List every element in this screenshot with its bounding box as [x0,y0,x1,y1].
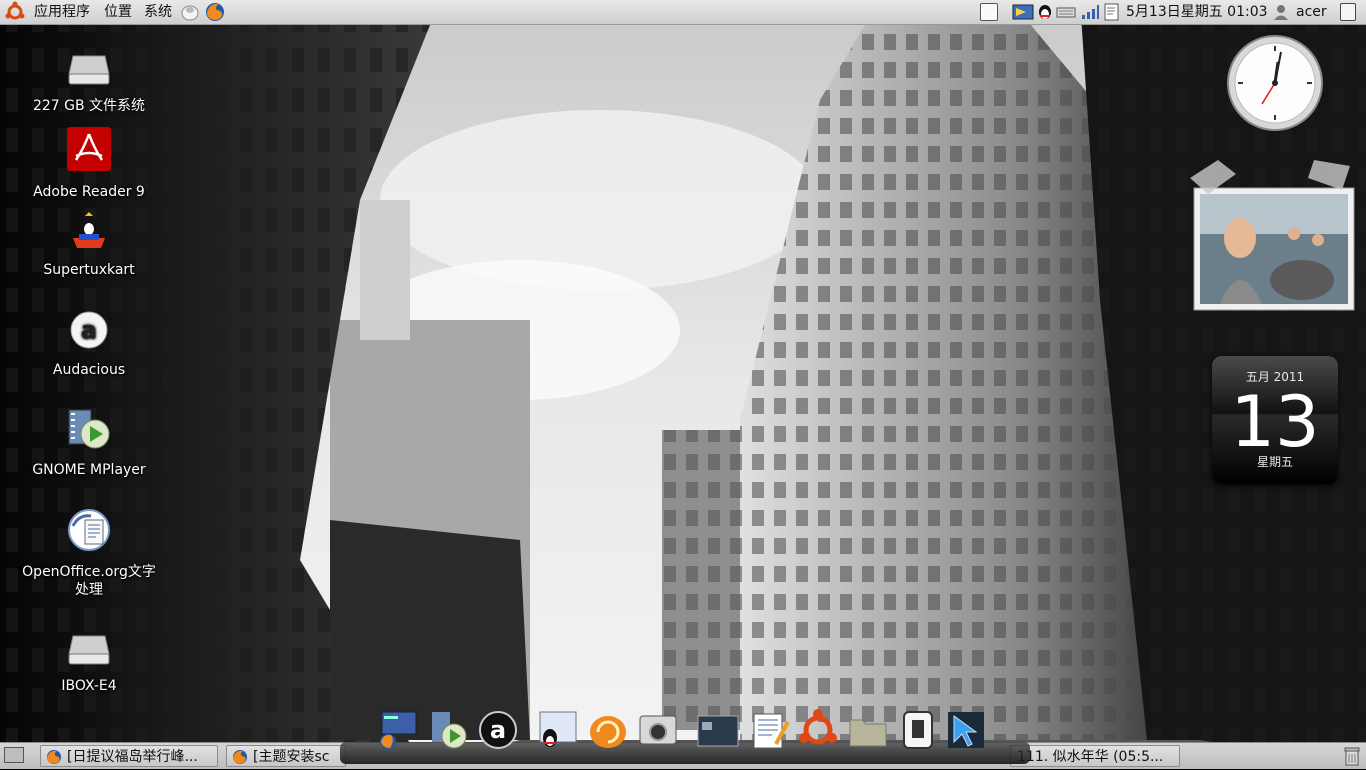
desktop-icon-label: Adobe Reader 9 [33,184,145,200]
city-street-photo [0,0,1366,768]
desktop-icon-audacious[interactable]: a Audacious [14,310,164,379]
desktop-icon-ibox-e4[interactable]: IBOX-E4 [14,632,164,695]
dock-nautilus-icon[interactable] [586,708,630,752]
dock-pointer-icon[interactable] [944,708,988,752]
mplayer-icon [14,408,164,455]
calendar-day: 13 [1230,381,1320,463]
openoffice-writer-icon [14,508,164,557]
menu-applications[interactable]: 应用程序 [34,0,90,24]
desktop-icon-label: 227 GB 文件系统 [32,98,146,114]
screen-icon[interactable] [1012,3,1034,21]
taskbar-item-label: 111. 似水年华 (05:5... [1017,749,1164,765]
supertuxkart-icon [14,212,164,255]
svg-text:a: a [81,316,97,344]
dock-text-editor-icon[interactable] [748,708,792,752]
dock-qq-icon[interactable] [536,708,580,752]
desktop-icon-openoffice-writer[interactable]: OpenOffice.org文字处理 [14,508,164,599]
user-avatar-icon[interactable] [1272,3,1290,21]
dock-window-icon[interactable] [896,708,940,752]
ubuntu-logo-icon[interactable] [4,0,28,24]
desktop-icon-label: GNOME MPlayer [32,462,146,478]
desktop-icon-adobe-reader[interactable]: Adobe Reader 9 [14,126,164,201]
taskbar-item[interactable]: [日提议福岛举行峰... [40,745,218,767]
shutdown-icon[interactable] [1340,3,1356,21]
taskbar-item[interactable]: 111. 似水年华 (05:5... [1010,745,1180,767]
drive-icon [14,632,164,671]
desktop-wallpaper [0,0,1366,768]
desktop-icon-label: Supertuxkart [43,262,135,278]
firefox-icon [232,749,248,765]
show-desktop-icon[interactable] [4,747,24,763]
firefox-launcher-icon[interactable] [204,1,226,23]
dock-folder-icon[interactable] [846,708,890,752]
desktop-icon-supertuxkart[interactable]: Supertuxkart [14,212,164,279]
keyboard-icon[interactable] [1056,3,1076,21]
desktop-icon-label: IBOX-E4 [61,678,117,694]
dock-camera-icon[interactable] [636,708,680,752]
dock-firefox-window-icon[interactable] [376,708,420,752]
menu-system[interactable]: 系统 [144,0,172,24]
trash-icon[interactable] [1344,746,1360,766]
desktop-icon-label: Audacious [52,362,126,378]
svg-text:a: a [490,716,506,744]
firefox-icon [46,749,62,765]
qq-penguin-icon[interactable] [1036,3,1054,21]
drive-icon [14,52,164,91]
adobe-reader-icon [14,126,164,177]
taskbar-item-label: [日提议福岛举行峰... [67,749,198,765]
network-signal-icon[interactable] [1080,3,1100,21]
taskbar-item-label: [主题安装sc [253,749,330,765]
taskbar-item[interactable]: [主题安装sc [226,745,346,767]
user-name[interactable]: acer [1296,0,1327,24]
window-icon[interactable] [980,3,998,21]
audacious-icon: a [14,310,164,355]
top-panel: 应用程序 位置 系统 5月13日星期五 01:03 acer [0,0,1366,25]
gnome-icon[interactable] [180,3,200,21]
dock-ubuntu-icon[interactable] [796,708,840,752]
photo-frame-widget[interactable] [1190,160,1360,320]
desktop-icon-label: OpenOffice.org文字处理 [22,564,156,598]
calendar-widget[interactable]: 五月 2011 13 星期五 [1212,356,1338,484]
dock: a [340,706,1030,764]
desktop-icon-gnome-mplayer[interactable]: GNOME MPlayer [14,408,164,479]
clock-widget[interactable] [1226,34,1324,132]
dock-mplayer-icon[interactable] [428,708,472,752]
dock-window-switcher-icon[interactable] [696,708,740,752]
menu-places[interactable]: 位置 [104,0,132,24]
dock-audacious-icon[interactable]: a [476,708,520,752]
notes-icon[interactable] [1102,3,1122,21]
desktop-icon-filesystem[interactable]: 227 GB 文件系统 [14,52,164,115]
clock-datetime[interactable]: 5月13日星期五 01:03 [1126,0,1268,24]
